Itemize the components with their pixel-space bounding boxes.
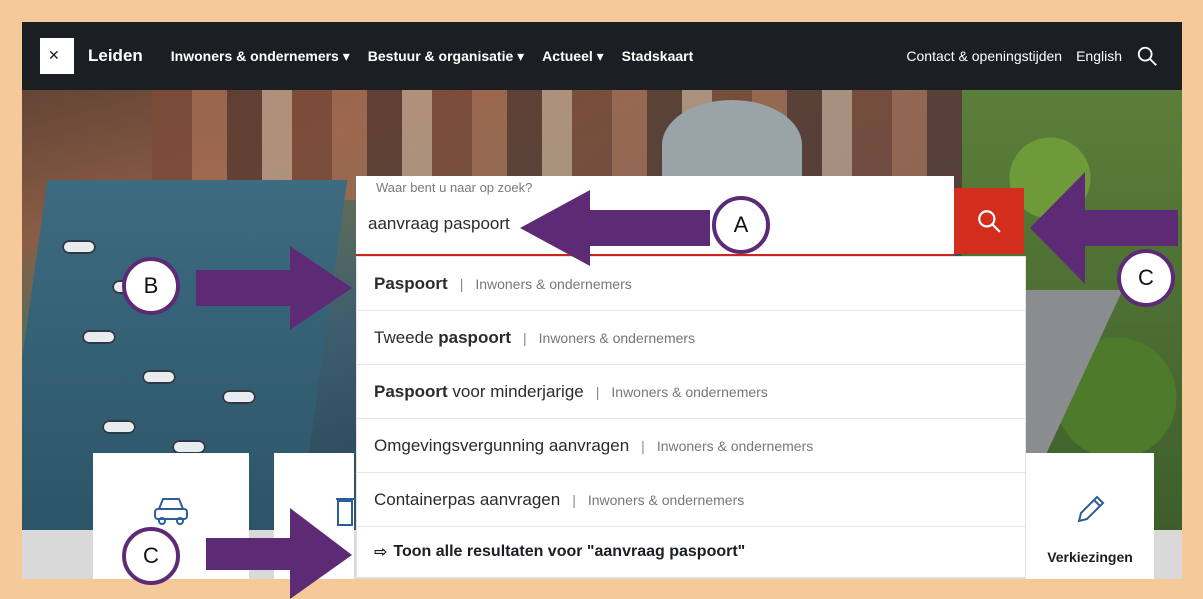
nav-item-inwoners[interactable]: Inwoners & ondernemers ▾ — [171, 48, 350, 65]
separator: | — [641, 437, 645, 454]
trash-icon — [336, 493, 356, 532]
separator: | — [523, 329, 527, 346]
annotation-a: A — [712, 196, 770, 254]
annotation-c-right: C — [1117, 249, 1175, 307]
search-input[interactable]: aanvraag paspoort — [368, 214, 510, 234]
tile-afval[interactable] — [274, 453, 356, 579]
show-all-label: Toon alle resultaten voor "aanvraag pasp… — [393, 543, 746, 560]
suggestion-category: Inwoners & ondernemers — [587, 491, 745, 508]
nav-item-actueel[interactable]: Actueel ▾ — [542, 48, 604, 65]
search-autocomplete: Waar bent u naar op zoek? aanvraag paspo… — [356, 176, 1026, 579]
show-all-results-link[interactable]: ⇨ Toon alle resultaten voor "aanvraag pa… — [357, 527, 1025, 577]
search-icon — [978, 210, 1001, 233]
suggestion-item[interactable]: Paspoort | Inwoners & ondernemers — [357, 257, 1025, 311]
suggestion-item[interactable]: Paspoort voor minderjarige | Inwoners & … — [357, 365, 1025, 419]
suggestion-category: Inwoners & ondernemers — [611, 383, 768, 400]
suggestion-category: Inwoners & ondernemers — [656, 437, 814, 454]
search-input-box[interactable]: Waar bent u naar op zoek? aanvraag paspo… — [356, 176, 954, 256]
arrow-right-icon: ⇨ — [374, 544, 388, 561]
nav-item-bestuur[interactable]: Bestuur & organisatie ▾ — [368, 48, 524, 65]
search-button[interactable] — [954, 188, 1024, 254]
tile-label-verkiezingen: Verkiezingen — [1047, 549, 1133, 565]
pencil-icon — [1073, 493, 1107, 532]
nav-search-icon[interactable] — [1136, 45, 1158, 67]
separator: | — [459, 275, 464, 292]
annotation-b: B — [122, 257, 180, 315]
brand-name[interactable]: Leiden — [88, 46, 143, 66]
nav-item-stadskaart[interactable]: Stadskaart — [622, 48, 694, 64]
top-navigation: ✕ Leiden Inwoners & ondernemers ▾ Bestuu… — [22, 22, 1182, 90]
suggestion-category: Inwoners & ondernemers — [538, 329, 696, 346]
search-placeholder-label: Waar bent u naar op zoek? — [376, 180, 533, 195]
suggestion-item[interactable]: Tweede paspoort | Inwoners & ondernemers — [357, 311, 1025, 365]
suggestion-bold: paspoort — [438, 327, 511, 347]
separator: | — [572, 491, 576, 508]
suggestion-text: Tweede — [374, 327, 439, 347]
suggestion-text: Containerpas aanvragen — [374, 489, 561, 509]
suggestion-text: Omgevingsvergunning aanvragen — [374, 435, 630, 455]
separator: | — [595, 383, 600, 400]
annotation-c-bottom: C — [122, 527, 180, 585]
suggestion-list: Paspoort | Inwoners & ondernemers Tweede… — [356, 256, 1026, 578]
car-icon — [151, 493, 191, 532]
nav-link-contact[interactable]: Contact & openingstijden — [906, 48, 1062, 64]
tile-verkiezingen[interactable]: Verkiezingen — [1026, 453, 1154, 579]
suggestion-category: Inwoners & ondernemers — [475, 275, 632, 292]
nav-link-english[interactable]: English — [1076, 48, 1122, 64]
suggestion-item[interactable]: Omgevingsvergunning aanvragen | Inwoners… — [357, 419, 1025, 473]
suggestion-text: voor minderjarige — [447, 381, 584, 401]
leiden-logo-icon[interactable]: ✕ — [40, 38, 74, 74]
suggestion-bold: Paspoort — [374, 273, 448, 293]
suggestion-bold: Paspoort — [374, 381, 448, 401]
suggestion-item[interactable]: Containerpas aanvragen | Inwoners & onde… — [357, 473, 1025, 527]
page-frame: ✕ Leiden Inwoners & ondernemers ▾ Bestuu… — [22, 22, 1182, 579]
